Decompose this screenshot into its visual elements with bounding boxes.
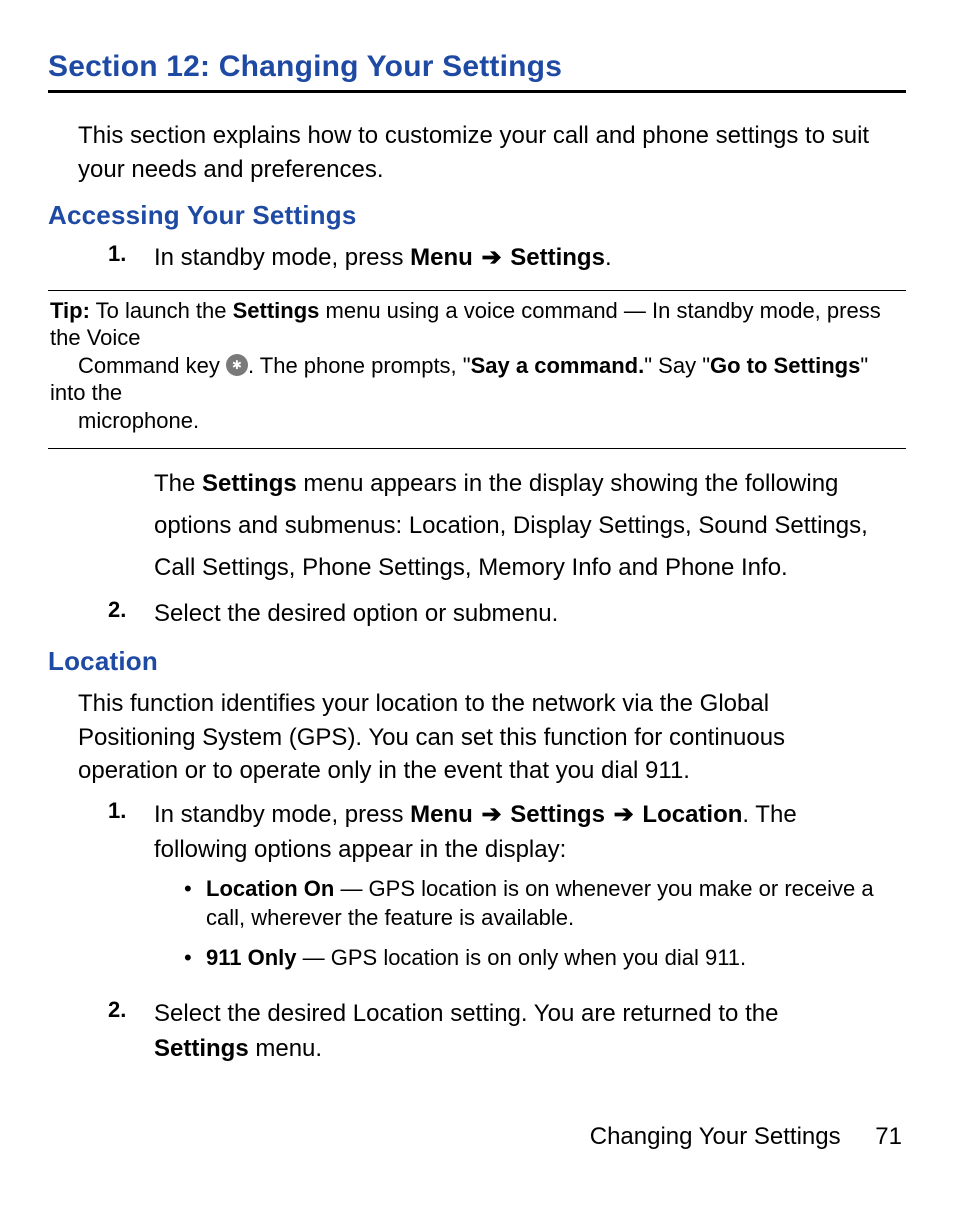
location-step-2: 2. Select the desired Location setting. … [108, 997, 876, 1067]
menu-label: Menu [410, 801, 473, 828]
text: To launch the [90, 298, 233, 323]
settings-label: Settings [233, 298, 320, 323]
settings-menu-description: The Settings menu appears in the display… [154, 463, 876, 589]
accessing-steps-cont: 2. Select the desired option or submenu. [108, 597, 876, 632]
go-to-settings-label: Go to Settings [710, 353, 860, 378]
accessing-heading: Accessing Your Settings [48, 200, 906, 231]
tip-line-3: microphone. [78, 408, 199, 433]
text: menu. [249, 1035, 322, 1062]
text: Command key [78, 353, 226, 378]
settings-label: Settings [510, 801, 605, 828]
tip-line-2: Command key ✱. The phone prompts, "Say a… [50, 353, 868, 406]
list-item: 911 Only — GPS location is on only when … [184, 943, 876, 973]
accessing-step-1: 1. In standby mode, press Menu ➔ Setting… [108, 241, 876, 276]
voice-command-key-icon: ✱ [226, 354, 248, 376]
tip-block: Tip: To launch the Settings menu using a… [48, 297, 906, 435]
location-steps: 1. In standby mode, press Menu ➔ Setting… [108, 798, 876, 1066]
footer-title: Changing Your Settings [590, 1123, 841, 1150]
arrow-icon: ➔ [612, 798, 636, 833]
location-intro: This function identifies your location t… [78, 687, 876, 788]
step-body: Select the desired Location setting. You… [154, 997, 876, 1067]
menu-label: Menu [410, 244, 473, 271]
text: . The phone prompts, " [248, 353, 471, 378]
option-label: Location On [206, 876, 334, 901]
text: In standby mode, press [154, 244, 410, 271]
page-container: Section 12: Changing Your Settings This … [0, 0, 954, 1209]
accessing-step-2: 2. Select the desired option or submenu. [108, 597, 876, 632]
tip-label: Tip: [50, 298, 90, 323]
settings-label: Settings [510, 244, 605, 271]
tip-line-1: Tip: To launch the Settings menu using a… [50, 298, 881, 351]
text: Select the desired Location setting. You… [154, 1000, 778, 1027]
step-body: In standby mode, press Menu ➔ Settings ➔… [154, 798, 876, 983]
step-marker: 2. [108, 997, 154, 1023]
arrow-icon: ➔ [479, 798, 503, 833]
arrow-icon: ➔ [479, 241, 503, 276]
option-label: 911 Only [206, 945, 297, 970]
text: " Say " [644, 353, 710, 378]
tip-rule-top [48, 290, 906, 291]
page-number: 71 [875, 1123, 902, 1150]
list-item: Location On — GPS location is on wheneve… [184, 874, 876, 933]
location-heading: Location [48, 646, 906, 677]
text: The [154, 470, 202, 497]
location-step-1: 1. In standby mode, press Menu ➔ Setting… [108, 798, 876, 983]
text: . [605, 244, 612, 271]
title-rule [48, 90, 906, 93]
tip-rule-bottom [48, 448, 906, 449]
location-label: Location [642, 801, 742, 828]
say-a-command-label: Say a command. [471, 353, 645, 378]
settings-label: Settings [154, 1035, 249, 1062]
section-intro: This section explains how to customize y… [78, 119, 876, 186]
step-marker: 2. [108, 597, 154, 623]
section-title: Section 12: Changing Your Settings [48, 50, 906, 84]
text: — GPS location is on only when you dial … [297, 945, 747, 970]
settings-label: Settings [202, 470, 297, 497]
step-body: Select the desired option or submenu. [154, 597, 558, 632]
accessing-steps: 1. In standby mode, press Menu ➔ Setting… [108, 241, 876, 276]
step-body: In standby mode, press Menu ➔ Settings. [154, 241, 612, 276]
text: In standby mode, press [154, 801, 410, 828]
page-footer: Changing Your Settings 71 [590, 1123, 902, 1151]
step-marker: 1. [108, 798, 154, 824]
step-marker: 1. [108, 241, 154, 267]
location-options-list: Location On — GPS location is on wheneve… [184, 874, 876, 973]
